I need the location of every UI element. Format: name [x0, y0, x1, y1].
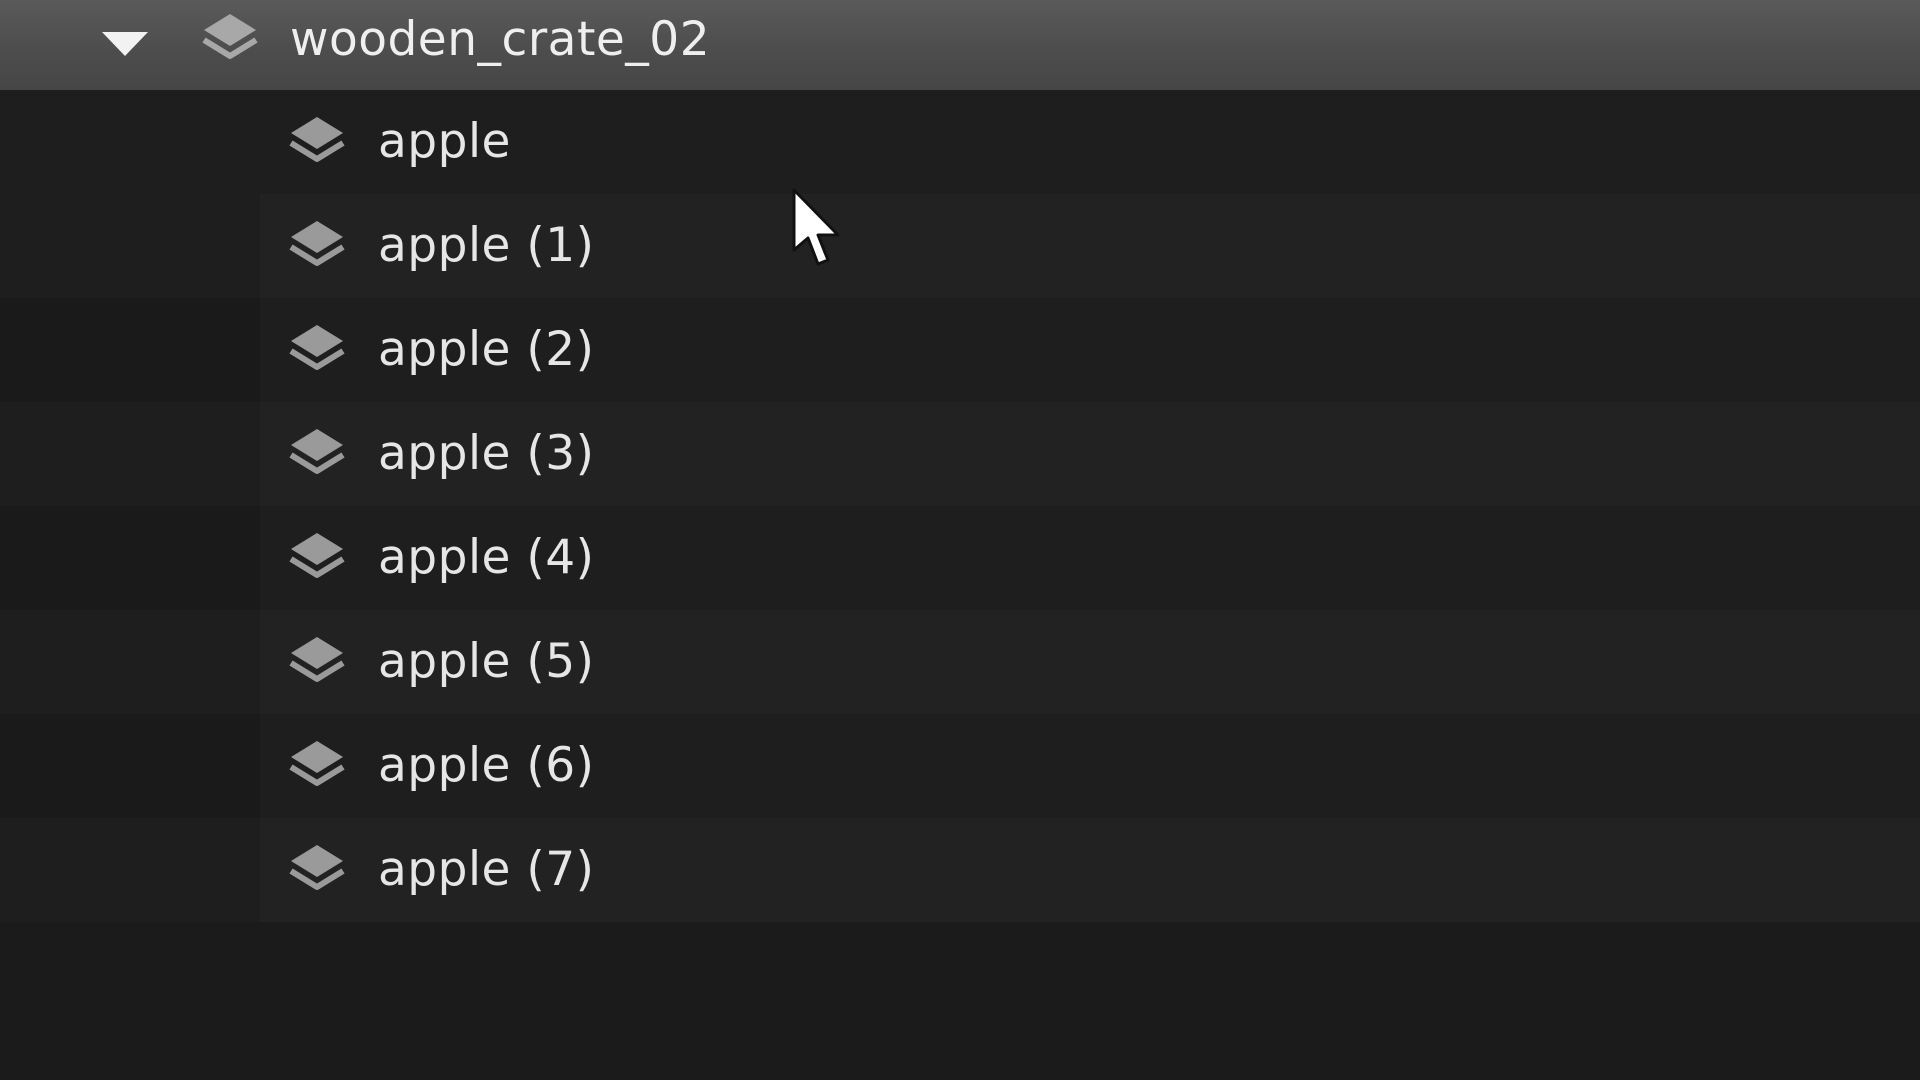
tree-row-apple-5[interactable]: apple (5) [0, 610, 1920, 714]
tree-row-wooden-crate-02[interactable]: wooden_crate_02 [0, 0, 1920, 90]
layer-stack-icon [202, 14, 258, 59]
layer-stack-icon [289, 325, 345, 370]
layer-stack-icon [289, 117, 345, 162]
tree-row-apple-6[interactable]: apple (6) [0, 714, 1920, 818]
layer-stack-icon [289, 741, 345, 786]
tree-row-label: apple (1) [378, 218, 595, 273]
tree-row-label: apple [378, 114, 511, 169]
layer-stack-icon [289, 221, 345, 266]
tree-row-apple[interactable]: apple [0, 90, 1920, 194]
triangle-down-icon[interactable] [100, 30, 150, 58]
tree-row-apple-3[interactable]: apple (3) [0, 402, 1920, 506]
tree-row-label: apple (7) [378, 842, 595, 897]
layer-stack-icon [289, 845, 345, 890]
tree-row-apple-1[interactable]: apple (1) [0, 194, 1920, 298]
tree-row-label: apple (2) [378, 322, 595, 377]
tree-row-apple-2[interactable]: apple (2) [0, 298, 1920, 402]
tree-row-apple-7[interactable]: apple (7) [0, 818, 1920, 922]
tree-row-label: apple (6) [378, 738, 595, 793]
tree-row-apple-4[interactable]: apple (4) [0, 506, 1920, 610]
tree-row-label: apple (3) [378, 426, 595, 481]
tree-row-label: apple (4) [378, 530, 595, 585]
tree-row-label: wooden_crate_02 [290, 12, 711, 67]
tree-row-label: apple (5) [378, 634, 595, 689]
outliner-panel: wooden_crate_02 apple apple (1) apple (2… [0, 0, 1920, 1080]
layer-stack-icon [289, 533, 345, 578]
layer-stack-icon [289, 637, 345, 682]
layer-stack-icon [289, 429, 345, 474]
